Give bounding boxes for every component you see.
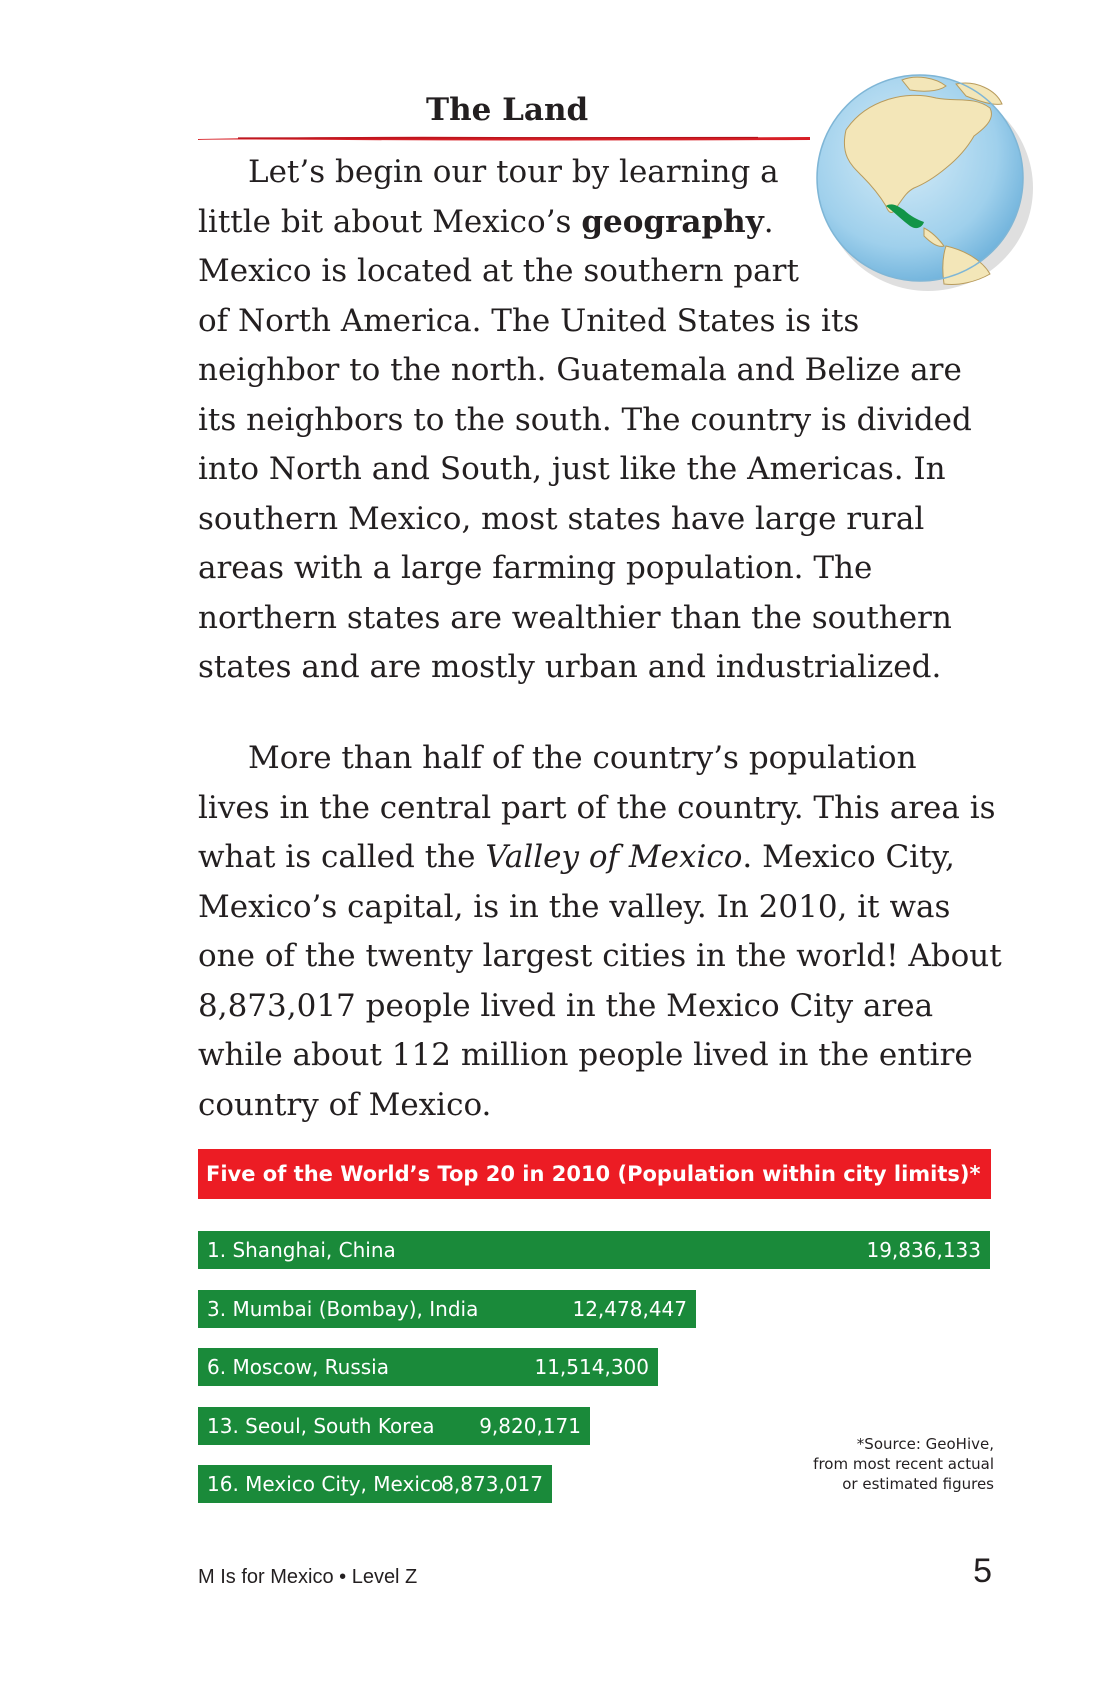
text-line: what is called the Valley of Mexico. Mex… [198,839,955,875]
text-line: while about 112 million people lived in … [198,1037,973,1073]
text-line: country of Mexico. [198,1086,492,1123]
text-line: 8,873,017 people lived in the Mexico Cit… [198,987,934,1024]
chart-title: Five of the World’s Top 20 in 2010 (Popu… [198,1149,991,1199]
text-line: areas with a large farming population. T… [198,550,873,586]
text-line: northern states are wealthier than the s… [198,599,952,636]
page-number: 5 [973,1552,992,1590]
paragraph-2: More than half of the country’s populati… [198,734,1002,1130]
bar: 6. Moscow, Russia 11,514,300 [198,1348,658,1386]
bar-label: 1. Shanghai, China [207,1238,396,1262]
bar: 16. Mexico City, Mexico 8,873,017 [198,1465,552,1503]
bold-term: geography [581,203,764,240]
text-line: Mexico is located at the southern part [198,253,799,289]
text-line: southern Mexico, most states have large … [198,500,925,537]
text-line: lives in the central part of the country… [198,789,996,826]
bar-value-label: 12,478,447 [572,1296,687,1321]
text-line: of North America. The United States is i… [198,302,860,339]
source-line: *Source: GeoHive, [856,1435,994,1453]
text-line: states and are mostly urban and industri… [198,649,942,685]
bar-label: 13. Seoul, South Korea [207,1413,435,1438]
footer-book-title: M Is for Mexico • Level Z [198,1566,418,1588]
bar: 1. Shanghai, China 19,836,133 [198,1231,990,1269]
source-line: from most recent actual [813,1455,994,1473]
red-brush-rule [198,136,810,141]
text-line: its neighbors to the south. The country … [198,401,972,438]
italic-term: Valley of Mexico [485,839,743,875]
bar-value-label: 19,836,133 [866,1238,981,1262]
bar-label: 3. Mumbai (Bombay), India [207,1296,479,1321]
text-line: Let’s begin our tour by learning a [248,154,779,190]
text-line: little bit about Mexico’s geography. [198,203,774,240]
bar-label: 6. Moscow, Russia [207,1355,389,1379]
text-line: More than half of the country’s populati… [248,740,917,776]
source-line: or estimated figures [842,1475,994,1493]
heading: The Land [426,92,589,128]
text-line: Mexico’s capital, is in the valley. In 2… [198,888,951,925]
bar-label: 16. Mexico City, Mexico [207,1472,444,1496]
bar-value-label: 9,820,171 [479,1413,581,1438]
text-line: neighbor to the north. Guatemala and Bel… [198,352,962,388]
text-line: one of the twenty largest cities in the … [198,938,1002,974]
bar-value-label: 11,514,300 [534,1355,649,1379]
source-note: *Source: GeoHive, from most recent actua… [813,1434,994,1494]
bar: 3. Mumbai (Bombay), India 12,478,447 [198,1289,696,1328]
text-line: into North and South, just like the Amer… [198,451,946,487]
paragraph-1: Let’s begin our tour by learning a little… [198,148,972,693]
bar-value-label: 8,873,017 [441,1472,543,1496]
bar: 13. Seoul, South Korea 9,820,171 [198,1406,590,1445]
